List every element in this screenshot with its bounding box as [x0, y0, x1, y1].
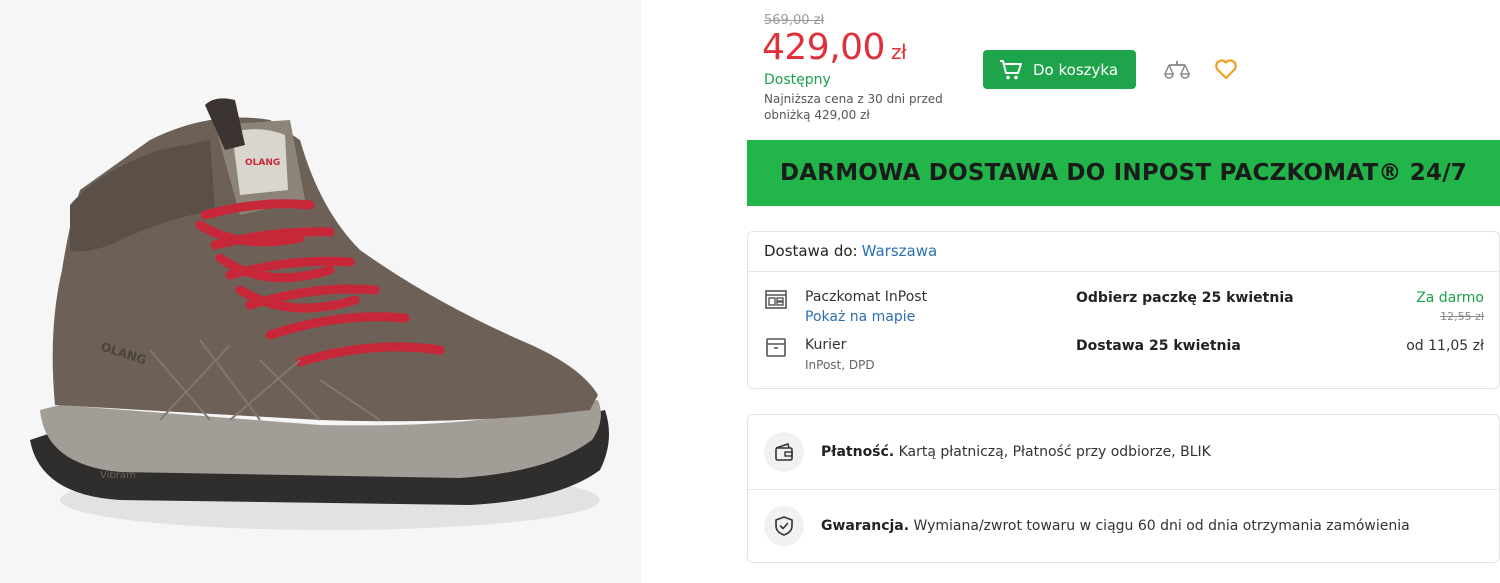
- product-image[interactable]: OLANG OLANG Vibram: [0, 0, 641, 583]
- shield-check-icon: [764, 506, 804, 546]
- divider: [748, 489, 1499, 490]
- availability-status: Dostępny: [764, 72, 831, 88]
- courier-delivery-date: Dostawa 25 kwietnia: [1076, 338, 1241, 354]
- old-price: 569,00 zł: [764, 13, 825, 28]
- paczkomat-option-name: Paczkomat InPost: [805, 289, 928, 305]
- courier-price: od 11,05 zł: [1406, 338, 1484, 354]
- lowest-price-note: Najniższa cena z 30 dni przed obniżką 42…: [764, 92, 943, 122]
- price-currency: zł: [890, 40, 907, 64]
- promo-banner-text: DARMOWA DOSTAWA DO INPOST PACZKOMAT® 24/…: [780, 160, 1467, 186]
- wallet-icon: [764, 432, 804, 472]
- show-on-map-link[interactable]: Pokaż na mapie: [805, 309, 915, 325]
- payment-info: Płatność. Kartą płatniczą, Płatność przy…: [821, 444, 1211, 460]
- price-value: 429,00: [762, 27, 885, 68]
- delivery-label: Dostawa do:: [764, 242, 858, 260]
- courier-box-icon: [766, 338, 786, 357]
- payment-methods: Kartą płatniczą, Płatność przy odbiorze,…: [898, 444, 1211, 460]
- sole-logo: Vibram: [100, 470, 136, 481]
- warranty-text: Wymiana/zwrot towaru w ciągu 60 dni od d…: [913, 518, 1410, 534]
- courier-carriers: InPost, DPD: [805, 358, 875, 372]
- warranty-label: Gwarancja.: [821, 518, 910, 534]
- paczkomat-price: Za darmo: [1416, 290, 1484, 306]
- compare-scales-icon[interactable]: [1163, 59, 1191, 81]
- warranty-info: Gwarancja. Wymiana/zwrot towaru w ciągu …: [821, 518, 1410, 534]
- courier-option-name: Kurier: [805, 337, 847, 353]
- heart-icon[interactable]: [1214, 58, 1238, 80]
- paczkomat-pickup-date: Odbierz paczkę 25 kwietnia: [1076, 290, 1294, 306]
- brand-logo-tongue: OLANG: [245, 158, 280, 168]
- current-price: 429,00 zł: [762, 27, 907, 73]
- add-to-cart-label: Do koszyka: [1033, 60, 1119, 79]
- payment-warranty-panel: Płatność. Kartą płatniczą, Płatność przy…: [747, 414, 1500, 563]
- paczkomat-old-price: 12,55 zł: [1440, 310, 1484, 323]
- cart-icon: [1000, 59, 1022, 79]
- delivery-city-link[interactable]: Warszawa: [862, 242, 938, 260]
- boot-illustration: OLANG OLANG Vibram: [30, 98, 609, 530]
- add-to-cart-button[interactable]: Do koszyka: [983, 50, 1136, 89]
- divider: [748, 271, 1499, 272]
- payment-label: Płatność.: [821, 444, 895, 460]
- delivery-options-panel: Dostawa do: Warszawa Paczkomat InPost Pok…: [747, 231, 1500, 389]
- parcel-locker-icon: [765, 290, 787, 309]
- free-delivery-banner[interactable]: DARMOWA DOSTAWA DO INPOST PACZKOMAT® 24/…: [747, 140, 1500, 206]
- delivery-destination: Dostawa do: Warszawa: [764, 242, 937, 260]
